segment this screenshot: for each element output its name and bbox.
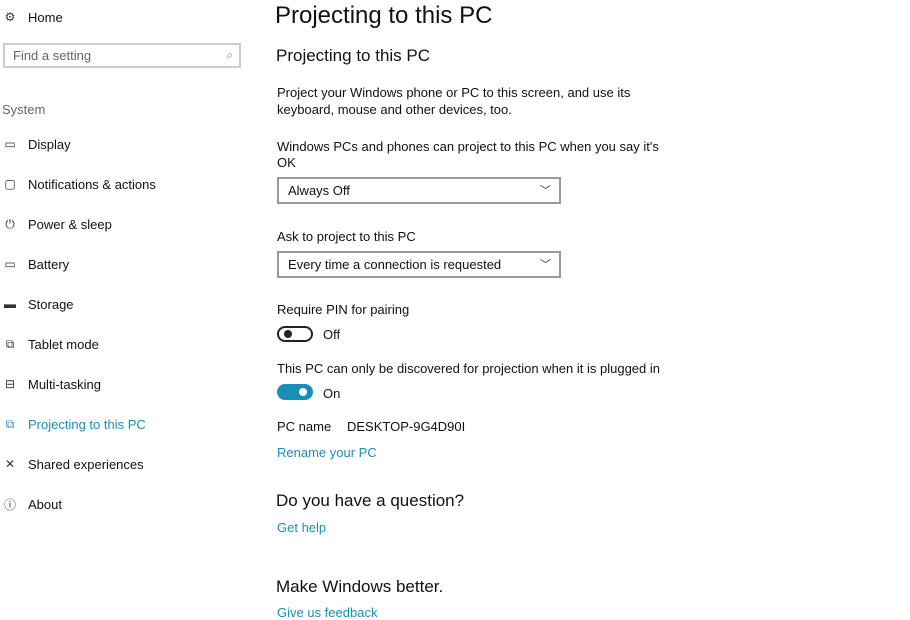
description: Project your Windows phone or PC to this… [277, 85, 631, 100]
sidebar-item-storage[interactable]: ▬ Storage [0, 294, 74, 314]
multitasking-icon: ⊟ [4, 377, 16, 391]
when-label: Windows PCs and phones can project to th… [277, 139, 659, 154]
sidebar-item-multi-tasking[interactable]: ⊟ Multi-tasking [0, 374, 101, 394]
projecting-icon: ⧉ [5, 416, 15, 431]
chevron-down-icon: ﹀ [540, 259, 551, 271]
pin-toggle[interactable] [277, 326, 313, 342]
sidebar-item-projecting-to-this-pc[interactable]: ⧉ Projecting to this PC [0, 414, 146, 434]
ask-dropdown[interactable]: Every time a connection is requested ﹀ [277, 251, 561, 278]
storage-icon: ▬ [4, 297, 16, 311]
search-icon[interactable]: ⌕ [226, 48, 233, 63]
feedback-heading: Make Windows better. [276, 577, 444, 596]
section-label: System [2, 102, 46, 117]
sidebar-item-about[interactable]: ⓘ About [0, 494, 62, 514]
power-icon: ⏻ [5, 216, 15, 231]
plugged-state: On [323, 386, 341, 401]
sidebar-item-shared-experiences[interactable]: ✕ Shared experiences [0, 454, 144, 474]
question-heading: Do you have a question? [276, 491, 465, 510]
sidebar-home[interactable]: ⚙ Home [0, 7, 63, 27]
shared-icon: ✕ [4, 457, 16, 471]
notification-icon: ▢ [4, 177, 16, 191]
section-title: Projecting to this PC [276, 46, 431, 65]
sidebar-item-battery[interactable]: ▭ Battery [0, 254, 69, 274]
sidebar-item-label: Storage [28, 296, 74, 312]
info-icon: ⓘ [3, 497, 16, 512]
pc-name-value: DESKTOP-9G4D90I [347, 419, 466, 434]
sidebar-item-label: Display [28, 136, 71, 152]
plugged-label: This PC can only be discovered for proje… [277, 361, 660, 376]
sidebar-item-label: Power & sleep [28, 216, 112, 232]
sidebar-item-label: Tablet mode [28, 336, 99, 352]
chevron-down-icon: ﹀ [540, 185, 551, 197]
sidebar-item-notifications-actions[interactable]: ▢ Notifications & actions [0, 174, 156, 194]
gear-icon: ⚙ [4, 10, 16, 24]
sidebar-item-label: Projecting to this PC [28, 416, 146, 432]
when-label-2: OK [277, 155, 296, 170]
monitor-icon: ▭ [4, 137, 16, 151]
when-value: Always Off [288, 183, 350, 198]
sidebar-item-label: Battery [28, 256, 70, 272]
ask-value: Every time a connection is requested [288, 257, 502, 272]
rename-pc-link[interactable]: Rename your PC [277, 445, 377, 460]
feedback-link[interactable]: Give us feedback [277, 605, 377, 620]
ask-label: Ask to project to this PC [277, 229, 416, 244]
search-placeholder: Find a setting [13, 48, 92, 63]
sidebar-item-label: About [28, 496, 62, 512]
sidebar-item-label: Shared experiences [28, 456, 144, 472]
when-dropdown[interactable]: Always Off ﹀ [277, 177, 561, 204]
search-input[interactable]: Find a setting ⌕ [3, 43, 241, 68]
battery-icon: ▭ [4, 257, 16, 271]
sidebar-item-label: Notifications & actions [28, 176, 156, 192]
sidebar-item-power-sleep[interactable]: ⏻ Power & sleep [0, 214, 112, 234]
sidebar-item-display[interactable]: ▭ Display [0, 134, 71, 154]
pin-label: Require PIN for pairing [277, 302, 410, 317]
home-label: Home [28, 9, 63, 25]
description-2: keyboard, mouse and other devices, too. [277, 102, 512, 117]
tablet-icon: ⧉ [5, 336, 15, 351]
sidebar-item-tablet-mode[interactable]: ⧉ Tablet mode [0, 334, 99, 354]
plugged-toggle[interactable] [277, 384, 313, 400]
pin-state: Off [323, 327, 341, 342]
sidebar-item-label: Multi-tasking [28, 376, 101, 392]
pc-name-label: PC name [277, 419, 332, 434]
get-help-link[interactable]: Get help [277, 520, 326, 535]
page-title: Projecting to this PC [275, 2, 493, 29]
